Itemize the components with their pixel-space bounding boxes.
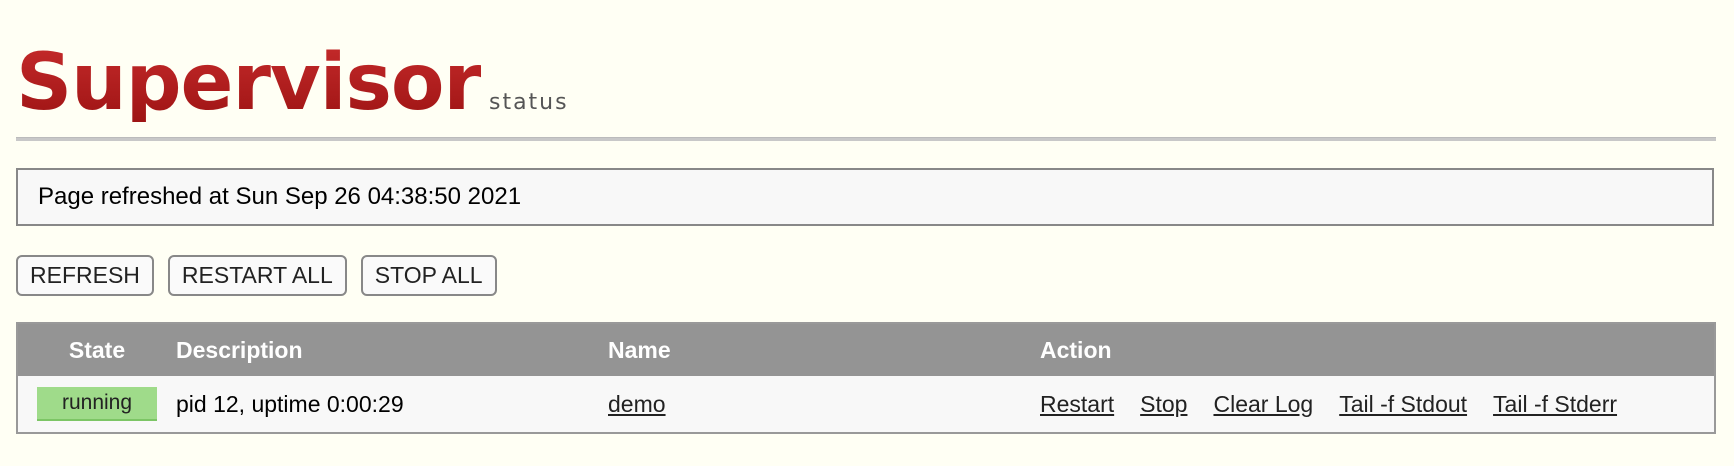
status-message-box: Page refreshed at Sun Sep 26 04:38:50 20… (16, 168, 1714, 226)
header-description: Description (176, 336, 303, 363)
supervisor-logo: Supervisor status (16, 44, 569, 122)
tail-stdout-link[interactable]: Tail -f Stdout (1339, 391, 1467, 418)
global-actions: REFRESH RESTART ALL STOP ALL (16, 255, 497, 296)
header-state: State (68, 336, 126, 363)
name-cell: demo (608, 391, 1040, 418)
clear-log-link[interactable]: Clear Log (1213, 391, 1313, 418)
restart-link[interactable]: Restart (1040, 391, 1114, 418)
header-name: Name (608, 336, 671, 363)
process-table: State Description Name Action running pi… (16, 322, 1716, 434)
logo-subtitle: status (488, 90, 569, 115)
state-cell: running (18, 387, 176, 421)
table-row: running pid 12, uptime 0:00:29 demo Rest… (18, 376, 1714, 432)
stop-link[interactable]: Stop (1140, 391, 1187, 418)
header-action: Action (1040, 336, 1112, 363)
table-header: State Description Name Action (18, 324, 1714, 376)
refresh-button[interactable]: REFRESH (16, 255, 154, 296)
page-header: Supervisor status (16, 22, 569, 122)
process-name-link[interactable]: demo (608, 391, 666, 417)
action-cell: Restart Stop Clear Log Tail -f Stdout Ta… (1040, 391, 1714, 418)
tail-stderr-link[interactable]: Tail -f Stderr (1493, 391, 1617, 418)
header-divider (16, 137, 1716, 141)
logo-title: Supervisor (16, 38, 482, 128)
status-badge: running (37, 387, 157, 421)
stop-all-button[interactable]: STOP ALL (360, 255, 497, 296)
restart-all-button[interactable]: RESTART ALL (167, 255, 347, 296)
status-message: Page refreshed at Sun Sep 26 04:38:50 20… (38, 183, 522, 210)
description-cell: pid 12, uptime 0:00:29 (176, 390, 404, 417)
